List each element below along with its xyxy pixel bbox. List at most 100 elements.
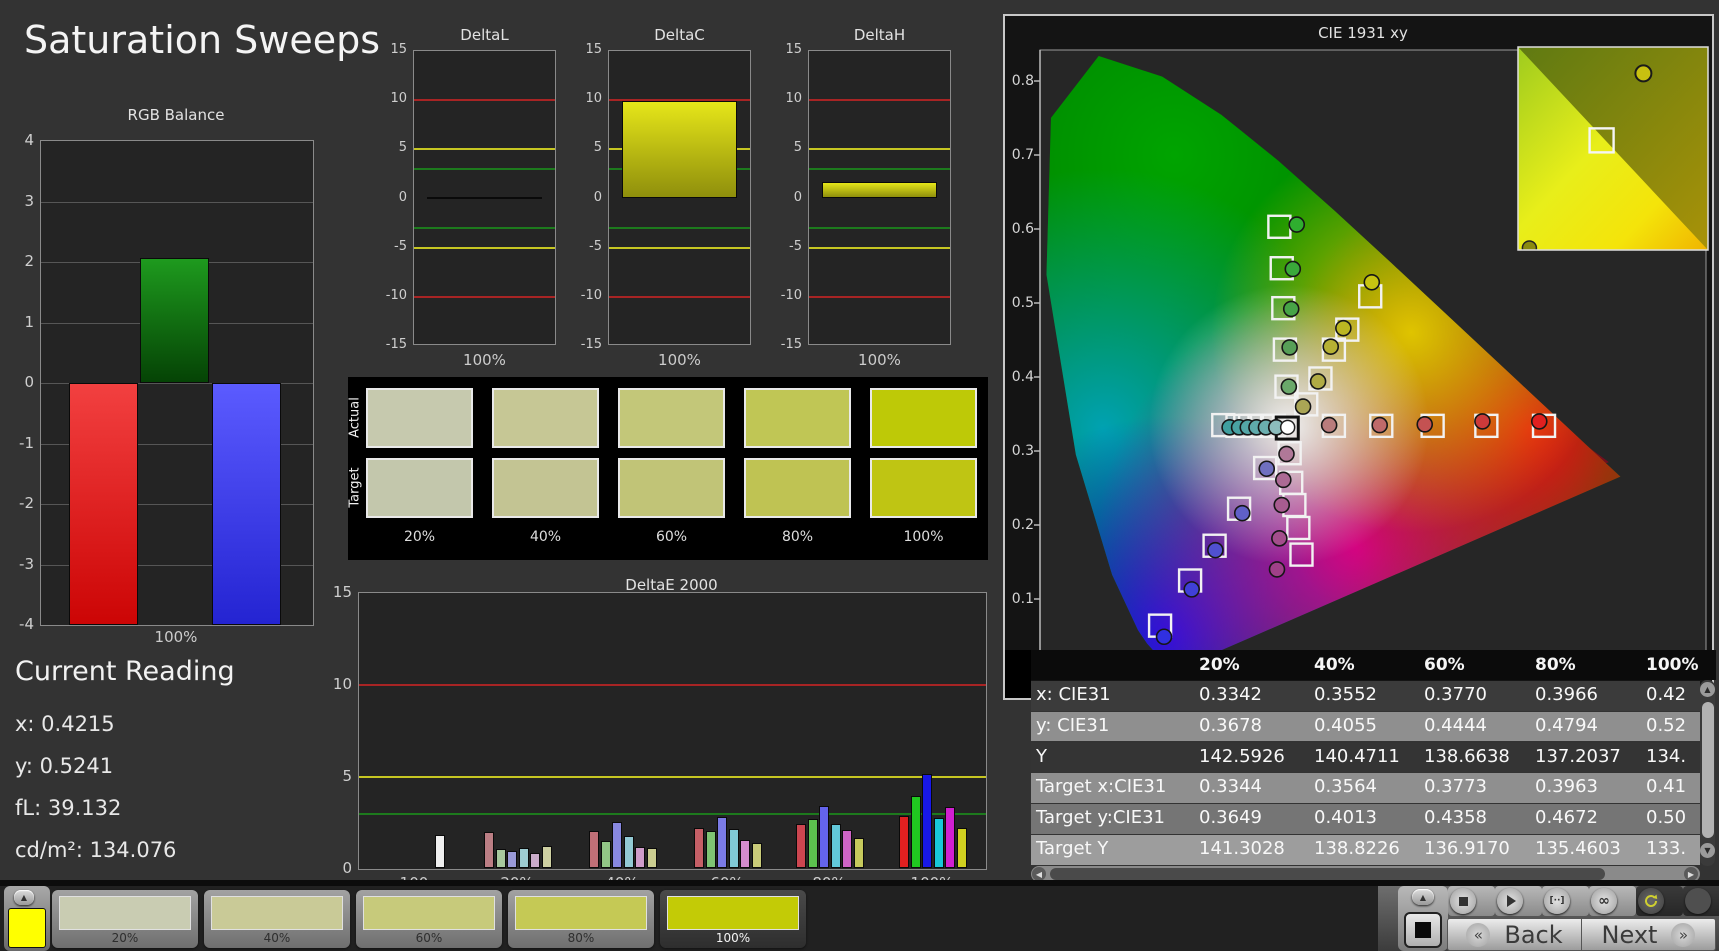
- deltae-bar: [624, 836, 634, 868]
- rgb-tick-label: 4: [2, 131, 34, 149]
- extra-button[interactable]: [1685, 888, 1711, 914]
- current-reading-title: Current Reading: [15, 656, 235, 687]
- cie-white-measurement: [1281, 420, 1295, 434]
- delta-tick-label: -5: [373, 239, 407, 254]
- deltae-bar: [706, 831, 716, 868]
- table-header-row: 20%40%60%80%100%: [1031, 650, 1700, 681]
- deltae-bar: [729, 829, 739, 868]
- delta-tick-label: -15: [373, 337, 407, 352]
- current-reading-cdm2: cd/m²: 134.076: [15, 838, 176, 862]
- saturation-tile-label: 80%: [508, 931, 654, 945]
- deltae-bar: [934, 818, 944, 868]
- limit-line: [359, 776, 986, 778]
- table-row: Y142.5926140.4711138.6638137.2037134.: [1031, 743, 1700, 773]
- cie-measurement-point: [1289, 217, 1304, 232]
- rgb-tick-label: 0: [2, 373, 34, 391]
- limit-line: [414, 247, 555, 249]
- limit-line: [609, 247, 750, 249]
- loop-icon: ∞: [1598, 893, 1610, 909]
- deltae-bar: [530, 853, 540, 868]
- delta-chart-title: DeltaC: [608, 26, 751, 44]
- table-cell: 138.8226: [1314, 838, 1414, 859]
- delta-bar: [622, 101, 737, 198]
- vscroll-down-arrow[interactable]: ▼: [1700, 843, 1715, 858]
- app-window: Saturation Sweeps RGB Balance 43210-1-2-…: [0, 0, 1719, 951]
- swatch-target-60%: [618, 458, 725, 518]
- delta-x-label: 100%: [608, 351, 751, 369]
- rgb-balance-title: RGB Balance: [40, 106, 312, 124]
- table-cell: 0.3966: [1535, 684, 1636, 705]
- table-cell: 137.2037: [1535, 746, 1636, 767]
- stop-icon: [1459, 897, 1468, 906]
- delta-tick-label: -10: [568, 288, 602, 303]
- patch-window-button[interactable]: [1404, 912, 1442, 948]
- delta-chart-title: DeltaL: [413, 26, 556, 44]
- loop-button[interactable]: ∞: [1591, 888, 1617, 914]
- vscroll-up-arrow[interactable]: ▲: [1700, 682, 1715, 697]
- cie-y-tick: 0.6: [1006, 221, 1034, 237]
- limit-line: [809, 168, 950, 170]
- cie-measurement-point: [1276, 472, 1291, 487]
- current-reading-fl: fL: 39.132: [15, 796, 121, 820]
- table-cell: 0.3678: [1199, 715, 1304, 736]
- deltae-tick-label: 15: [320, 583, 352, 601]
- delta-chart-deltal: [413, 50, 556, 345]
- table-cell: 142.5926: [1199, 746, 1304, 767]
- swatch-actual-60%: [618, 388, 725, 448]
- delta-tick-label: 10: [373, 91, 407, 106]
- patch-up-arrow-button[interactable]: ▲: [14, 890, 34, 905]
- rgb-tick-label: -1: [2, 434, 34, 452]
- stop-button[interactable]: [1450, 888, 1476, 914]
- rgb-bar-red: [69, 383, 138, 625]
- delta-tick-label: -10: [373, 288, 407, 303]
- swatch-target-100%: [870, 458, 977, 518]
- next-button[interactable]: Next »: [1581, 918, 1716, 951]
- hscroll-thumb[interactable]: [1050, 868, 1605, 880]
- limit-line: [414, 296, 555, 298]
- measurement-table: 20%40%60%80%100%x: CIE310.33420.35520.37…: [1031, 650, 1700, 866]
- saturation-tile-20%[interactable]: 20%: [52, 890, 198, 948]
- deltae-bar: [484, 832, 494, 868]
- table-row: Target Y141.3028138.8226136.9170135.4603…: [1031, 835, 1700, 865]
- deltae-bar: [542, 846, 552, 868]
- deltae-bar: [752, 843, 762, 868]
- hscroll-right-arrow[interactable]: ▶: [1684, 867, 1698, 881]
- rgb-tick-label: -2: [2, 494, 34, 512]
- table-row-label: Target x:CIE31: [1036, 776, 1188, 797]
- delta-tick-label: -15: [568, 337, 602, 352]
- table-column-header: 100%: [1646, 655, 1700, 675]
- deltae-bar: [842, 830, 852, 868]
- deltae-tick-label: 5: [320, 767, 352, 785]
- deltae-bar: [957, 828, 967, 868]
- transport-up-arrow-button[interactable]: ▲: [1412, 889, 1434, 905]
- delta-chart-deltac: [608, 50, 751, 345]
- cie-y-tick: 0.2: [1006, 517, 1034, 533]
- cie-measurement-point: [1532, 414, 1547, 429]
- refresh-button[interactable]: [1638, 888, 1664, 914]
- saturation-tile-100%[interactable]: 100%: [660, 890, 806, 948]
- deltae-bar: [519, 848, 529, 868]
- swatch-level-label: 40%: [492, 529, 599, 545]
- back-button[interactable]: « Back: [1447, 918, 1582, 951]
- delta-bar: [427, 197, 542, 199]
- step-button[interactable]: [··]: [1544, 888, 1570, 914]
- delta-bar: [822, 182, 937, 198]
- rgb-balance-x-label: 100%: [40, 628, 312, 646]
- limit-line: [809, 99, 950, 101]
- cie-measurement-point: [1272, 531, 1287, 546]
- play-button[interactable]: [1497, 888, 1523, 914]
- deltae-bar: [808, 819, 818, 868]
- table-cell: 135.4603: [1535, 838, 1636, 859]
- cie-measurement-point: [1323, 339, 1338, 354]
- swatch-target-40%: [492, 458, 599, 518]
- delta-tick-label: 15: [373, 42, 407, 57]
- hscroll-left-arrow[interactable]: ◀: [1032, 867, 1046, 881]
- saturation-tile-40%[interactable]: 40%: [204, 890, 350, 948]
- saturation-tile-60%[interactable]: 60%: [356, 890, 502, 948]
- cie-measurement-point: [1285, 261, 1300, 276]
- deltae-bar: [612, 822, 622, 868]
- swatch-level-label: 20%: [366, 529, 473, 545]
- vscroll-thumb[interactable]: [1702, 702, 1714, 838]
- table-cell: 0.41: [1646, 776, 1700, 797]
- saturation-tile-80%[interactable]: 80%: [508, 890, 654, 948]
